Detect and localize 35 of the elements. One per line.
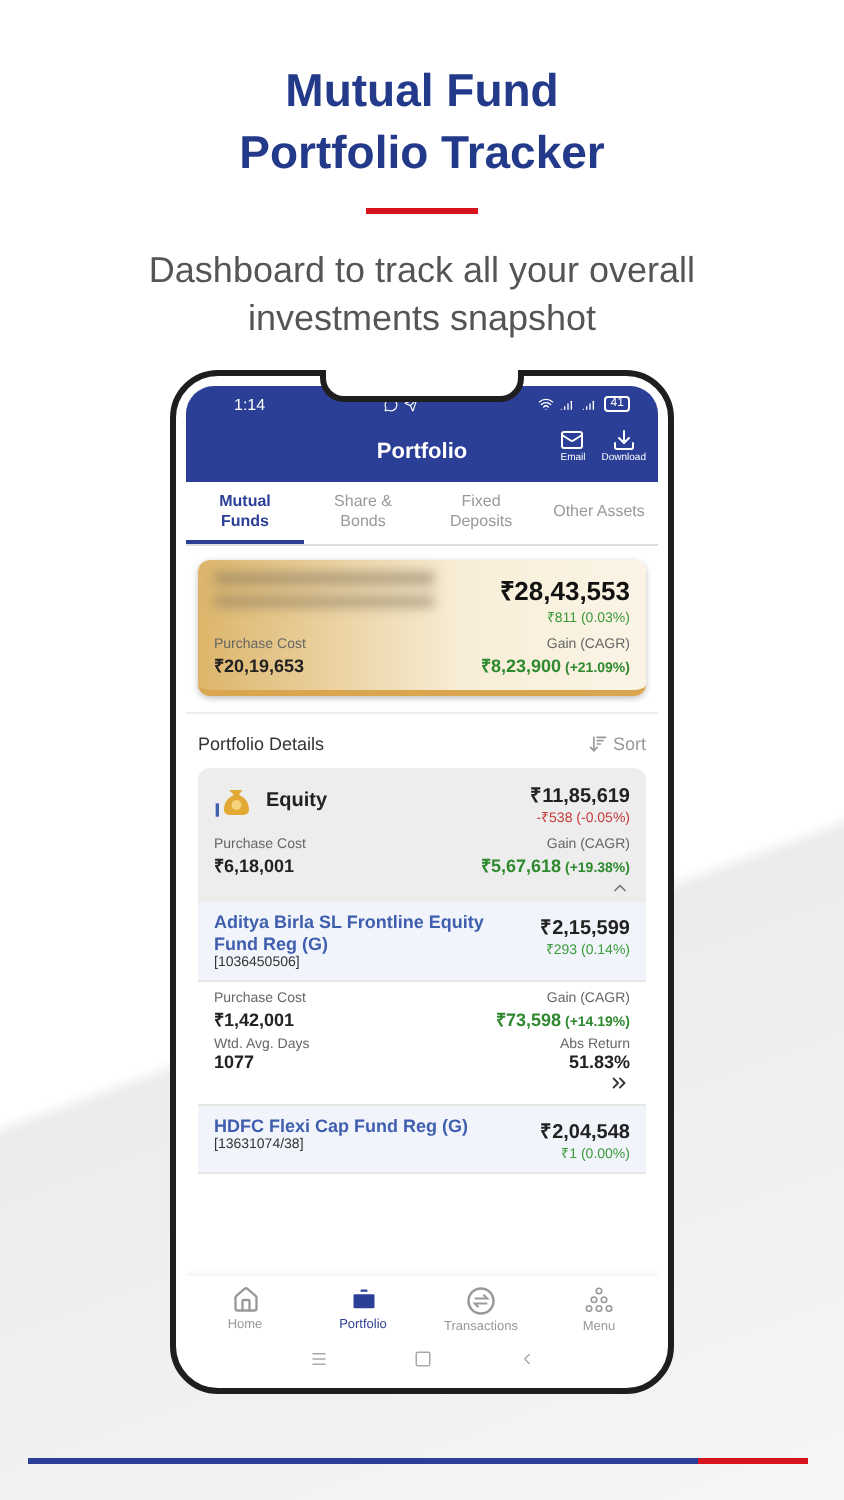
signal-icon: [560, 396, 577, 412]
abs-return: 51.83%: [568, 1052, 630, 1072]
fund-value: ₹2,15,599: [540, 916, 630, 940]
status-time: 1:14: [234, 395, 266, 413]
category-value: ₹11,85,619: [530, 784, 630, 808]
signal-icon: [582, 396, 599, 412]
section-title: Portfolio Details: [198, 734, 325, 754]
sort-icon: [588, 734, 609, 754]
gain-value: ₹73,598: [495, 1008, 561, 1032]
briefcase-icon: [349, 1286, 377, 1314]
purchase-cost: ₹20,19,653: [214, 654, 305, 678]
mail-icon: [560, 428, 585, 452]
double-chevron-icon: [608, 1072, 630, 1094]
purchase-cost: ₹1,42,001: [214, 1008, 295, 1032]
headline: Mutual Fund Portfolio Tracker: [239, 62, 605, 182]
menu-icon: [309, 1350, 327, 1368]
gain-value: ₹5,67,618: [480, 854, 561, 878]
home-icon: [231, 1286, 259, 1314]
chat-icon: [384, 397, 399, 411]
exchange-icon: [466, 1286, 496, 1316]
wifi-icon: [538, 396, 555, 412]
fund-name: Aditya Birla SL Frontline Equity Fund Reg (G): [214, 912, 486, 955]
dots-icon: [584, 1286, 614, 1316]
gain-value: ₹8,23,900: [480, 654, 561, 678]
screen-title: Portfolio: [376, 440, 468, 464]
avg-days: 1077: [214, 1052, 255, 1072]
download-icon: [611, 428, 636, 452]
send-icon: [404, 397, 419, 411]
fund-value: ₹2,04,548: [540, 1120, 630, 1144]
purchase-cost: ₹6,18,001: [214, 854, 295, 878]
category-name: Equity: [266, 789, 328, 811]
total-value: ₹28,43,553: [500, 574, 630, 608]
home-square-icon: [413, 1350, 431, 1368]
subtitle: Dashboard to track all your overall investments snapshot: [146, 248, 698, 342]
fund-name: HDFC Flexi Cap Fund Reg (G): [214, 1116, 468, 1137]
